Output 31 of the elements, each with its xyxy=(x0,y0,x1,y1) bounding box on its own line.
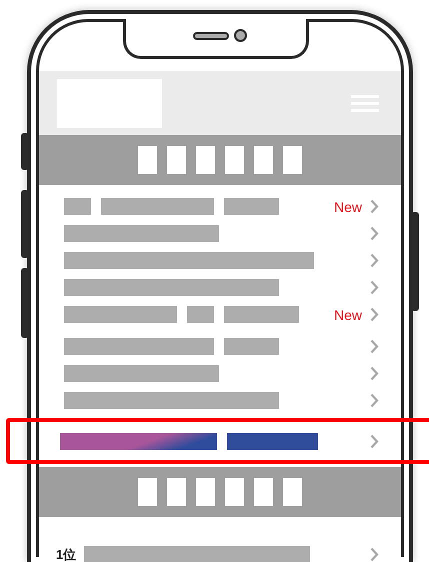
heading-placeholder xyxy=(167,146,186,174)
chevron-right-icon xyxy=(370,393,379,408)
heading-placeholder xyxy=(254,478,273,506)
chevron-right-icon xyxy=(370,199,379,214)
heading-placeholder xyxy=(283,146,302,174)
speaker-icon xyxy=(193,32,229,40)
chevron-right-icon xyxy=(370,253,379,268)
text-placeholder xyxy=(64,198,91,215)
chevron-right-icon xyxy=(370,280,379,295)
chevron-right-icon xyxy=(370,226,379,241)
chevron-right-icon xyxy=(370,547,379,562)
text-placeholder xyxy=(224,338,279,355)
heading-placeholder xyxy=(225,478,244,506)
camera-icon xyxy=(234,29,247,42)
heading-placeholder xyxy=(138,478,157,506)
rank-label: 1位 xyxy=(56,546,76,562)
new-label: New xyxy=(334,200,362,214)
chevron-right-icon xyxy=(370,339,379,354)
new-label: New xyxy=(334,308,362,322)
heading-placeholder xyxy=(196,478,215,506)
heading-placeholder xyxy=(167,478,186,506)
text-placeholder xyxy=(187,306,214,323)
chevron-right-icon xyxy=(370,434,379,448)
chevron-right-icon xyxy=(370,366,379,381)
chevron-right-icon xyxy=(370,307,379,322)
text-placeholder xyxy=(224,198,279,215)
heading-placeholder xyxy=(196,146,215,174)
heading-placeholder xyxy=(283,478,302,506)
heading-placeholder xyxy=(138,146,157,174)
heading-placeholder xyxy=(225,146,244,174)
heading-placeholder xyxy=(254,146,273,174)
